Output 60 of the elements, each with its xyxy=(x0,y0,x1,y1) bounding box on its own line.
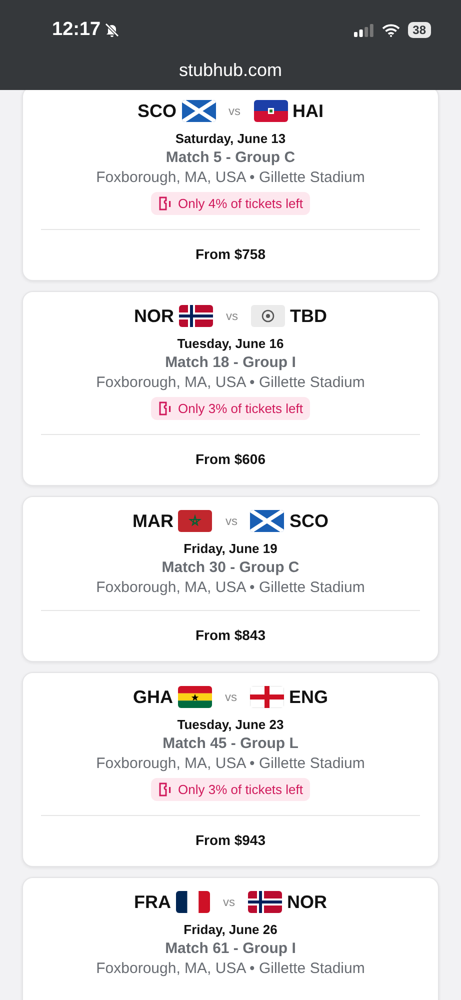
flag-icon xyxy=(179,305,213,327)
match-venue: Foxborough, MA, USA • Gillette Stadium xyxy=(96,579,365,596)
team-code: ENG xyxy=(288,686,328,708)
price-label: From $843 xyxy=(195,626,266,645)
versus-label: vs xyxy=(228,104,240,118)
match-date: Friday, June 26 xyxy=(184,922,278,937)
team-code: SCO xyxy=(289,510,328,532)
match-card[interactable]: NOR vs TBD Tuesday, June 16 Match 18 - Group I Foxborough, MA, USA • Gillette Stadium Only 3% of tickets left From $606 xyxy=(22,291,439,486)
match-card[interactable]: FRA vs NOR Friday, June 26 Match 61 - Group I Foxborough, MA, USA • Gillette Stadium xyxy=(22,877,439,1000)
price-label: From $606 xyxy=(195,450,266,469)
match-card[interactable]: MAR vs SCO Friday, June 19 Match 30 - Group C Foxborough, MA, USA • Gillette Stadium From $843 xyxy=(22,496,439,662)
match-venue: Foxborough, MA, USA • Gillette Stadium xyxy=(96,960,365,977)
flag-icon xyxy=(250,686,284,708)
ticket-icon xyxy=(158,196,173,211)
flag-icon xyxy=(248,891,282,913)
team-code: FRA xyxy=(134,892,171,912)
battery-level: 38 xyxy=(408,22,431,38)
scarcity-badge: Only 3% of tickets left xyxy=(151,397,310,420)
flag-icon xyxy=(254,100,288,122)
team-code: GHA xyxy=(132,686,173,708)
scarcity-badge: Only 4% of tickets left xyxy=(151,192,310,215)
match-group: Match 18 - Group I xyxy=(165,354,296,371)
bell-slash-icon xyxy=(104,22,120,38)
team-code: NOR xyxy=(287,892,327,912)
team-code: HAI xyxy=(292,100,324,122)
team-code: SCO xyxy=(137,100,176,122)
match-group: Match 61 - Group I xyxy=(165,940,296,957)
match-date: Saturday, June 13 xyxy=(175,131,286,146)
clock-time: 12:17 xyxy=(52,19,101,41)
ticket-icon xyxy=(158,401,173,416)
match-group: Match 30 - Group C xyxy=(162,559,300,576)
price-label: From $943 xyxy=(195,831,266,850)
flag-icon xyxy=(178,686,212,708)
ticket-icon xyxy=(158,782,173,797)
team-code: NOR xyxy=(134,306,174,326)
flag-icon xyxy=(182,100,216,122)
flag-icon xyxy=(250,510,284,532)
match-date: Tuesday, June 16 xyxy=(177,336,284,351)
match-card[interactable]: GHA vs ENG Tuesday, June 23 Match 45 - Group L Foxborough, MA, USA • Gillette Stadium Only 3% of tickets left From $943 xyxy=(22,672,439,867)
flag-icon xyxy=(176,891,210,913)
match-date: Tuesday, June 23 xyxy=(177,717,284,732)
match-group: Match 5 - Group C xyxy=(166,149,296,166)
match-date: Friday, June 19 xyxy=(184,541,278,556)
match-venue: Foxborough, MA, USA • Gillette Stadium xyxy=(96,755,365,772)
wifi-icon xyxy=(382,24,400,36)
address-bar-url[interactable]: stubhub.com xyxy=(178,60,282,81)
match-venue: Foxborough, MA, USA • Gillette Stadium xyxy=(96,374,365,391)
match-group: Match 45 - Group L xyxy=(162,735,298,752)
price-label: From $758 xyxy=(195,245,266,264)
versus-label: vs xyxy=(223,895,235,909)
versus-label: vs xyxy=(224,690,237,704)
match-venue: Foxborough, MA, USA • Gillette Stadium xyxy=(96,169,365,186)
team-code: TBD xyxy=(290,306,327,326)
flag-icon xyxy=(178,510,212,532)
team-code: MAR xyxy=(132,510,174,532)
versus-label: vs xyxy=(226,309,238,323)
versus-label: vs xyxy=(225,514,238,528)
flag-icon xyxy=(251,305,285,327)
signal-icon xyxy=(354,24,374,36)
scarcity-badge: Only 3% of tickets left xyxy=(151,778,310,801)
